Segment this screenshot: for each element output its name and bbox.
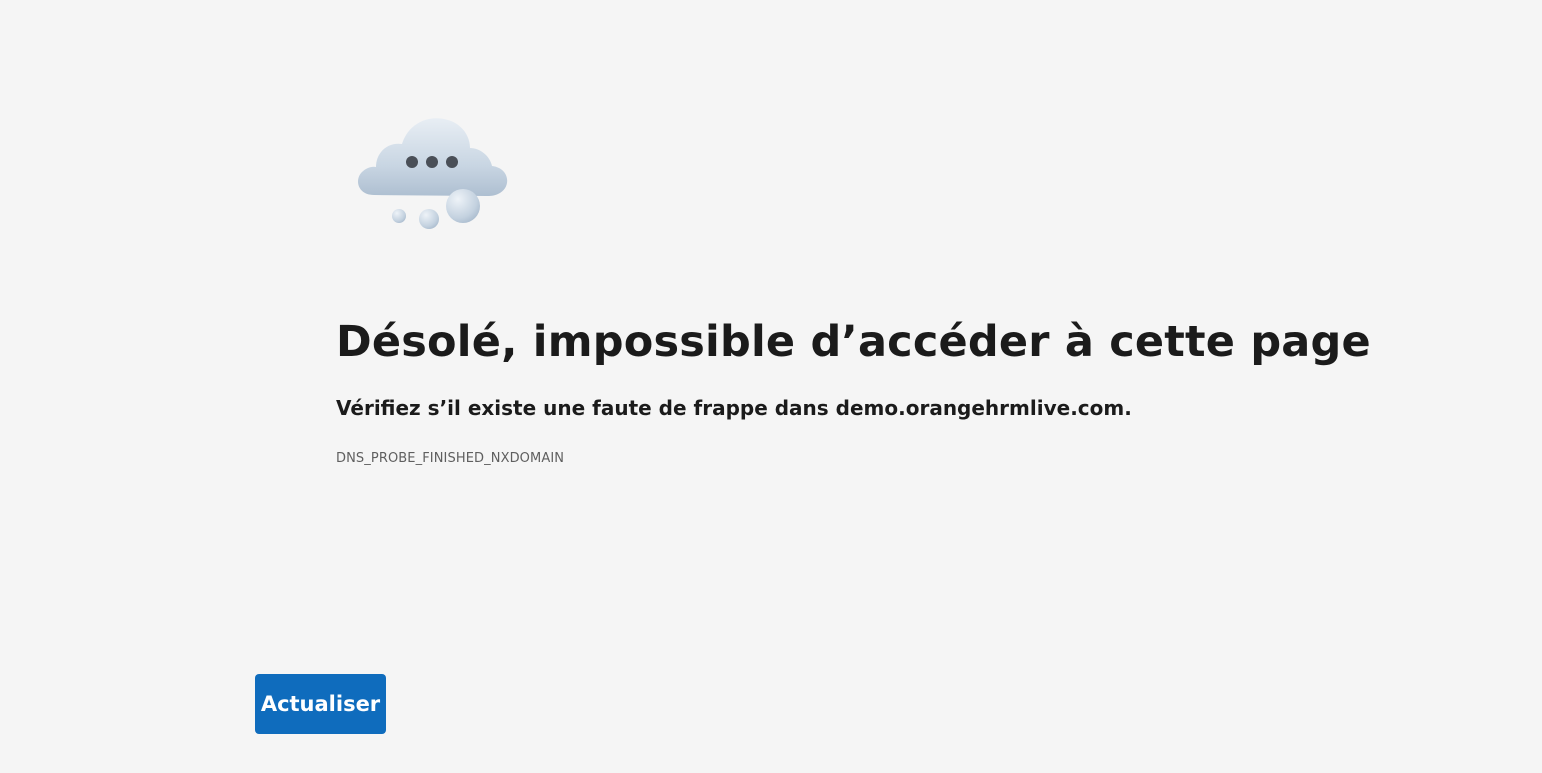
error-content: Désolé, impossible d’accéder à cette pag… xyxy=(336,312,1371,468)
error-title: Désolé, impossible d’accéder à cette pag… xyxy=(336,317,1371,367)
error-page: Désolé, impossible d’accéder à cette pag… xyxy=(0,0,1542,773)
refresh-button[interactable]: Actualiser xyxy=(255,674,386,734)
error-code: DNS_PROBE_FINISHED_NXDOMAIN xyxy=(336,451,565,466)
error-subtitle: Vérifiez s’il existe une faute de frappe… xyxy=(336,396,1132,420)
cloud-thinking-icon xyxy=(352,110,512,235)
